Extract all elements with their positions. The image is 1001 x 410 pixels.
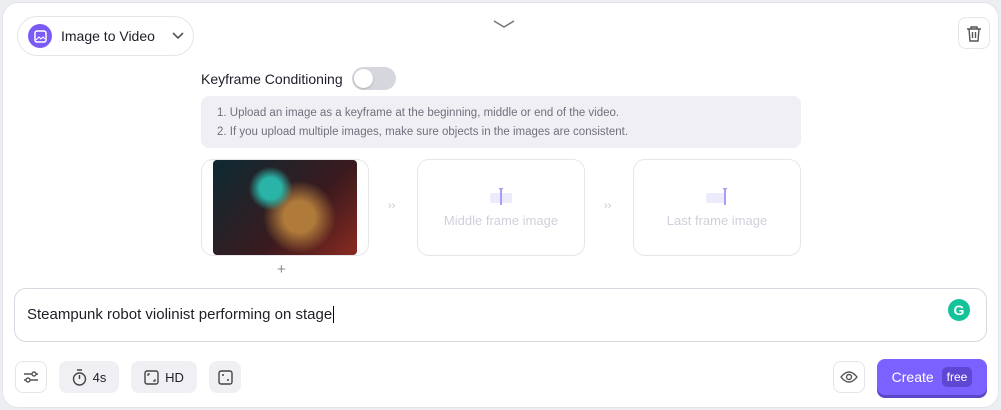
settings-button[interactable] (15, 361, 47, 393)
dice-icon (217, 369, 233, 385)
last-frame-icon (706, 188, 728, 205)
create-label: Create (891, 369, 934, 385)
arrow-icon: ›› (388, 200, 396, 212)
arrow-icon: ›› (604, 200, 612, 212)
keyframe-conditioning: Keyframe Conditioning (201, 67, 396, 90)
preview-button[interactable] (833, 361, 865, 393)
aspect-icon (144, 369, 159, 385)
tips-box: 1. Upload an image as a keyframe at the … (201, 96, 801, 148)
seed-button[interactable] (209, 361, 241, 393)
last-frame-label: Last frame image (666, 213, 768, 228)
prompt-text: Steampunk robot violinist performing on … (27, 306, 333, 323)
keyframe-label: Keyframe Conditioning (201, 70, 343, 87)
delete-button[interactable] (958, 17, 990, 49)
tip-item: 2. If you upload multiple images, make s… (217, 126, 629, 138)
add-frame-button[interactable]: + (277, 261, 286, 278)
stopwatch-icon (72, 368, 86, 386)
middle-frame-icon (490, 188, 512, 205)
duration-label: 4s (92, 369, 107, 385)
tip-item: 1. Upload an image as a keyframe at the … (217, 107, 620, 119)
keyframe-toggle[interactable] (351, 67, 396, 90)
quality-label: HD (165, 369, 184, 385)
sliders-icon (24, 371, 38, 383)
free-badge: free (941, 367, 973, 387)
duration-button[interactable]: 4s (59, 361, 119, 393)
collapse-chevron-icon[interactable] (493, 17, 515, 31)
chevron-down-icon (172, 32, 184, 40)
first-frame-thumbnail (213, 160, 357, 255)
last-frame-slot[interactable]: Last frame image (633, 159, 801, 256)
trash-icon (967, 25, 981, 42)
grammarly-icon[interactable]: G (948, 299, 970, 321)
create-button[interactable]: Create free (877, 359, 987, 395)
quality-button[interactable]: HD (131, 361, 197, 393)
eye-icon (840, 371, 858, 383)
first-frame-slot[interactable] (201, 159, 369, 256)
prompt-input[interactable]: Steampunk robot violinist performing on … (14, 288, 987, 342)
image-icon (28, 24, 52, 48)
mode-label: Image to Video (61, 28, 155, 44)
middle-frame-label: Middle frame image (443, 213, 559, 228)
middle-frame-slot[interactable]: Middle frame image (417, 159, 585, 256)
mode-selector[interactable]: Image to Video (17, 16, 194, 56)
